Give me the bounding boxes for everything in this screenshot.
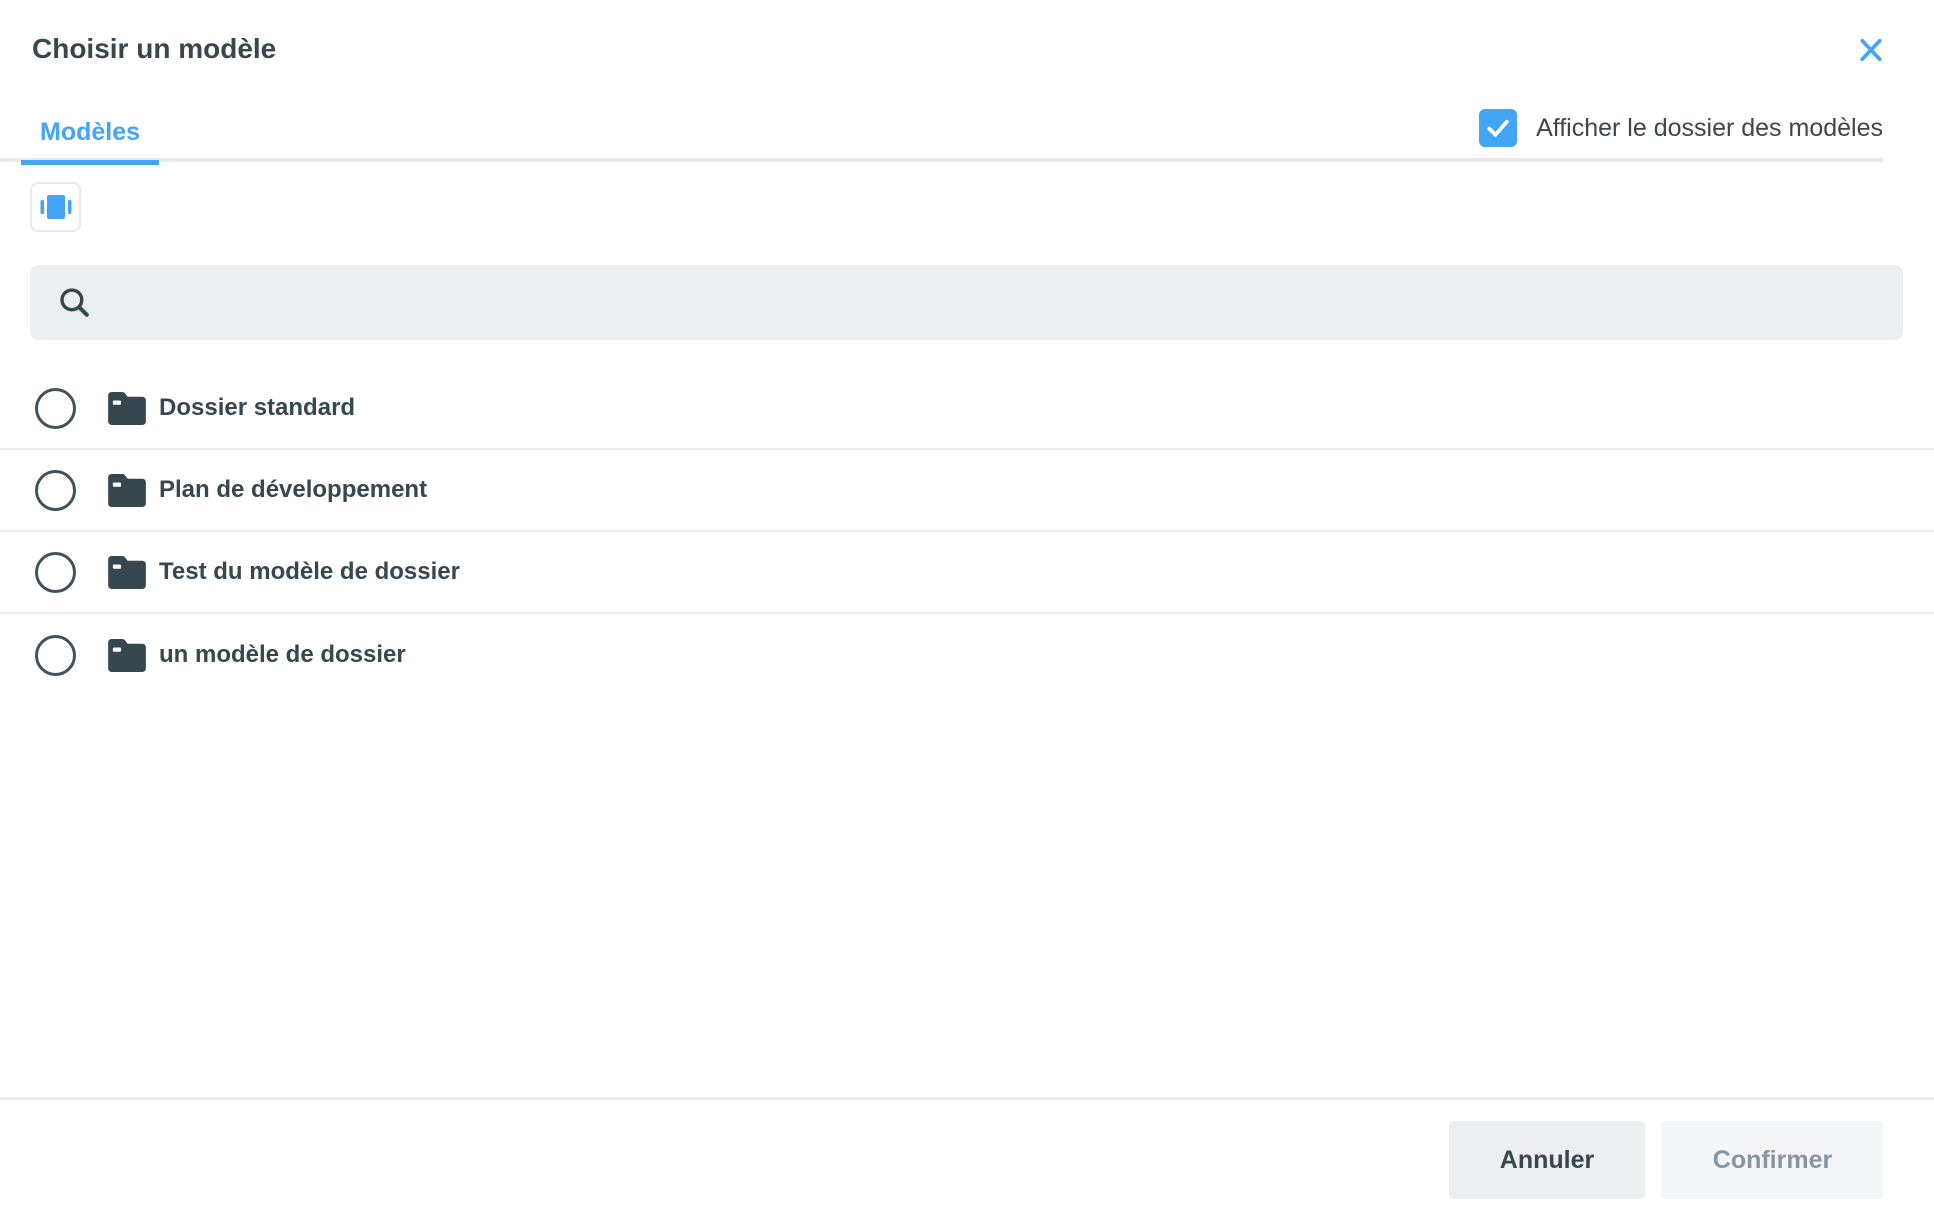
dialog-title: Choisir un modèle [32, 32, 276, 66]
close-icon [1856, 35, 1886, 65]
template-list: Dossier standard Plan de développement T… [0, 368, 1934, 696]
template-row-1[interactable]: Dossier standard [0, 368, 1934, 450]
template-row-3[interactable]: Test du modèle de dossier [0, 532, 1934, 614]
template-label: un modèle de dossier [159, 641, 406, 669]
footer-buttons: Annuler Confirmer [0, 1100, 1934, 1199]
tab-modeles-label: Modèles [40, 118, 140, 147]
search-bar [30, 265, 1903, 340]
toolbar [0, 162, 1934, 232]
search-icon [56, 284, 93, 321]
tab-modeles[interactable]: Modèles [21, 104, 159, 165]
template-label: Plan de développement [159, 476, 427, 504]
show-templates-checkbox[interactable]: Afficher le dossier des modèles [1479, 109, 1883, 147]
cancel-button[interactable]: Annuler [1449, 1121, 1645, 1199]
show-templates-checkbox-label[interactable]: Afficher le dossier des modèles [1536, 114, 1883, 143]
view-carousel-button[interactable] [30, 182, 81, 232]
dialog-footer: Annuler Confirmer [0, 1097, 1934, 1199]
tab-bar: Modèles Afficher le dossier des modèles [0, 102, 1883, 162]
folder-template-icon [108, 556, 146, 589]
show-templates-checkbox-box[interactable] [1479, 109, 1517, 147]
checkmark-icon [1483, 113, 1513, 143]
template-row-2[interactable]: Plan de développement [0, 450, 1934, 532]
template-label: Test du modèle de dossier [159, 558, 460, 586]
folder-template-icon [108, 392, 146, 425]
template-label: Dossier standard [159, 394, 355, 422]
template-radio[interactable] [35, 388, 76, 429]
template-row-4[interactable]: un modèle de dossier [0, 614, 1934, 696]
folder-template-icon [108, 639, 146, 672]
template-radio[interactable] [35, 635, 76, 676]
template-radio[interactable] [35, 552, 76, 593]
close-button[interactable] [1856, 35, 1886, 65]
folder-template-icon [108, 474, 146, 507]
template-radio[interactable] [35, 470, 76, 511]
dialog-header: Choisir un modèle [0, 0, 1934, 66]
search-input[interactable] [113, 272, 1883, 334]
view-carousel-icon [40, 192, 72, 222]
confirm-button[interactable]: Confirmer [1662, 1121, 1883, 1199]
